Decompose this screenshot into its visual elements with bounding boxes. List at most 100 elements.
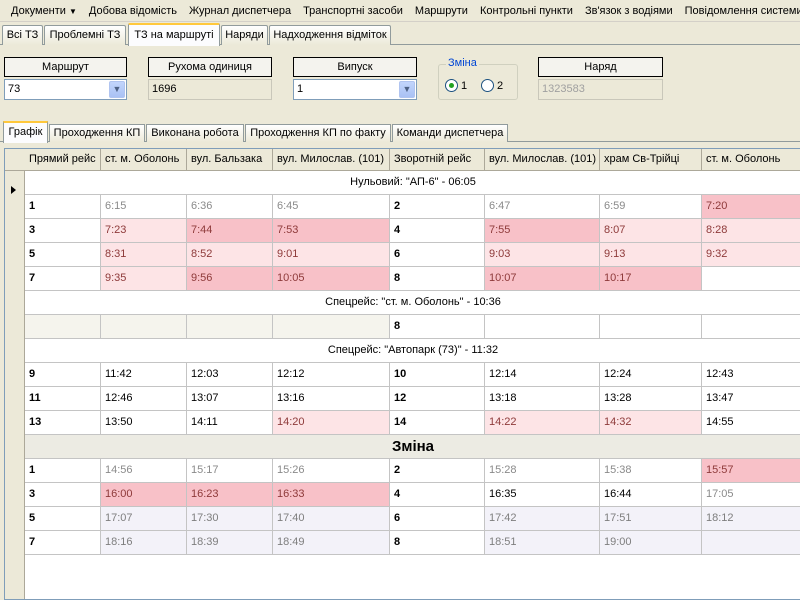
time-cell[interactable]: 18:51 [485, 531, 600, 555]
time-cell[interactable] [485, 315, 600, 339]
time-cell[interactable]: 7:53 [273, 219, 390, 243]
time-cell[interactable]: 6:47 [485, 195, 600, 219]
time-cell[interactable]: 7:44 [187, 219, 273, 243]
time-cell[interactable]: 17:51 [600, 507, 702, 531]
time-cell[interactable]: 12:12 [273, 363, 390, 387]
time-cell[interactable] [273, 315, 390, 339]
col-header-balzaka[interactable]: вул. Бальзака [187, 149, 273, 171]
time-cell[interactable]: 13:50 [101, 411, 187, 435]
trip-number-cell[interactable]: 10 [390, 363, 485, 387]
time-cell[interactable]: 16:44 [600, 483, 702, 507]
menu-dispatcher-log[interactable]: Журнал диспетчера [183, 1, 297, 21]
shift-radio-1[interactable]: 1 [445, 79, 467, 92]
trip-number-cell[interactable] [25, 315, 101, 339]
time-cell[interactable]: 17:40 [273, 507, 390, 531]
time-cell[interactable]: 15:17 [187, 459, 273, 483]
trip-number-cell[interactable]: 6 [390, 507, 485, 531]
trip-number-cell[interactable]: 7 [25, 531, 101, 555]
time-cell[interactable]: 9:13 [600, 243, 702, 267]
time-cell[interactable]: 17:42 [485, 507, 600, 531]
trip-number-cell[interactable]: 6 [390, 243, 485, 267]
time-cell[interactable]: 9:32 [702, 243, 800, 267]
time-cell[interactable]: 16:23 [187, 483, 273, 507]
time-cell[interactable]: 10:07 [485, 267, 600, 291]
time-cell[interactable]: 6:15 [101, 195, 187, 219]
time-cell[interactable]: 15:26 [273, 459, 390, 483]
time-cell[interactable]: 14:55 [702, 411, 800, 435]
time-cell[interactable]: 7:55 [485, 219, 600, 243]
col-header-direct-trip[interactable]: Прямий рейс [25, 149, 101, 171]
trip-number-cell[interactable]: 4 [390, 483, 485, 507]
time-cell[interactable]: 7:20 [702, 195, 800, 219]
radio-unselected-icon[interactable] [481, 79, 494, 92]
tab-vehicles-on-route[interactable]: ТЗ на маршруті [128, 23, 220, 46]
time-cell[interactable]: 16:33 [273, 483, 390, 507]
time-cell[interactable]: 12:24 [600, 363, 702, 387]
time-cell[interactable]: 17:30 [187, 507, 273, 531]
time-cell[interactable]: 16:00 [101, 483, 187, 507]
col-header-myloslav-1[interactable]: вул. Милослав. (101) [273, 149, 390, 171]
menu-driver-contact[interactable]: Зв'язок з водіями [579, 1, 679, 21]
time-cell[interactable] [600, 315, 702, 339]
time-cell[interactable]: 10:17 [600, 267, 702, 291]
time-cell[interactable] [702, 315, 800, 339]
time-cell[interactable]: 15:57 [702, 459, 800, 483]
time-cell[interactable]: 9:35 [101, 267, 187, 291]
time-cell[interactable]: 12:46 [101, 387, 187, 411]
trip-banner-row[interactable]: Спецрейс: "Автопарк (73)" - 11:32 [25, 339, 800, 363]
time-cell[interactable]: 18:16 [101, 531, 187, 555]
time-cell[interactable]: 18:49 [273, 531, 390, 555]
trip-number-cell[interactable]: 9 [25, 363, 101, 387]
trip-number-cell[interactable]: 3 [25, 483, 101, 507]
shift-divider-row[interactable]: Зміна [25, 435, 800, 459]
time-cell[interactable] [702, 267, 800, 291]
tab-mark-arrivals[interactable]: Надходження відміток [269, 25, 391, 45]
menu-routes[interactable]: Маршрути [409, 1, 474, 21]
time-cell[interactable]: 14:22 [485, 411, 600, 435]
trip-number-cell[interactable]: 13 [25, 411, 101, 435]
trip-number-cell[interactable]: 2 [390, 459, 485, 483]
time-cell[interactable]: 15:28 [485, 459, 600, 483]
time-cell[interactable]: 12:03 [187, 363, 273, 387]
time-cell[interactable]: 6:45 [273, 195, 390, 219]
time-cell[interactable]: 6:36 [187, 195, 273, 219]
menu-checkpoints[interactable]: Контрольні пункти [474, 1, 579, 21]
time-cell[interactable] [702, 531, 800, 555]
time-cell[interactable]: 16:35 [485, 483, 600, 507]
trip-banner-row[interactable]: Спецрейс: "ст. м. Оболонь" - 10:36 [25, 291, 800, 315]
col-header-trinity-church[interactable]: храм Св-Трійці [600, 149, 702, 171]
time-cell[interactable]: 9:01 [273, 243, 390, 267]
trip-number-cell[interactable]: 7 [25, 267, 101, 291]
trip-number-cell[interactable]: 1 [25, 459, 101, 483]
shift-radio-2[interactable]: 2 [481, 79, 503, 92]
time-cell[interactable]: 6:59 [600, 195, 702, 219]
time-cell[interactable]: 10:05 [273, 267, 390, 291]
trip-number-cell[interactable]: 4 [390, 219, 485, 243]
time-cell[interactable]: 13:16 [273, 387, 390, 411]
trip-number-cell[interactable]: 5 [25, 243, 101, 267]
time-cell[interactable] [187, 315, 273, 339]
time-cell[interactable]: 17:07 [101, 507, 187, 531]
time-cell[interactable]: 9:56 [187, 267, 273, 291]
chevron-down-icon[interactable]: ▼ [399, 81, 415, 98]
col-header-obolon-1[interactable]: ст. м. Оболонь [101, 149, 187, 171]
tab-dispatcher-commands[interactable]: Команди диспетчера [392, 124, 508, 142]
trip-number-cell[interactable]: 8 [390, 531, 485, 555]
time-cell[interactable]: 14:20 [273, 411, 390, 435]
time-cell[interactable]: 13:07 [187, 387, 273, 411]
tab-work-done[interactable]: Виконана робота [146, 124, 244, 142]
trip-number-cell[interactable]: 2 [390, 195, 485, 219]
menu-vehicles[interactable]: Транспортні засоби [297, 1, 409, 21]
time-cell[interactable]: 8:07 [600, 219, 702, 243]
schedule-grid[interactable]: Прямий рейс ст. м. Оболонь вул. Бальзака ву… [4, 148, 800, 600]
trip-number-cell[interactable]: 5 [25, 507, 101, 531]
trip-banner-row[interactable]: Нульовий: "АП-6" - 06:05 [25, 171, 800, 195]
time-cell[interactable]: 14:11 [187, 411, 273, 435]
trip-number-cell[interactable]: 14 [390, 411, 485, 435]
tab-all-vehicles[interactable]: Всі ТЗ [2, 25, 43, 45]
col-header-obolon-2[interactable]: ст. м. Оболонь [702, 149, 800, 171]
time-cell[interactable]: 15:38 [600, 459, 702, 483]
time-cell[interactable]: 13:28 [600, 387, 702, 411]
menu-daily-report[interactable]: Добова відомість [83, 1, 183, 21]
radio-selected-icon[interactable] [445, 79, 458, 92]
